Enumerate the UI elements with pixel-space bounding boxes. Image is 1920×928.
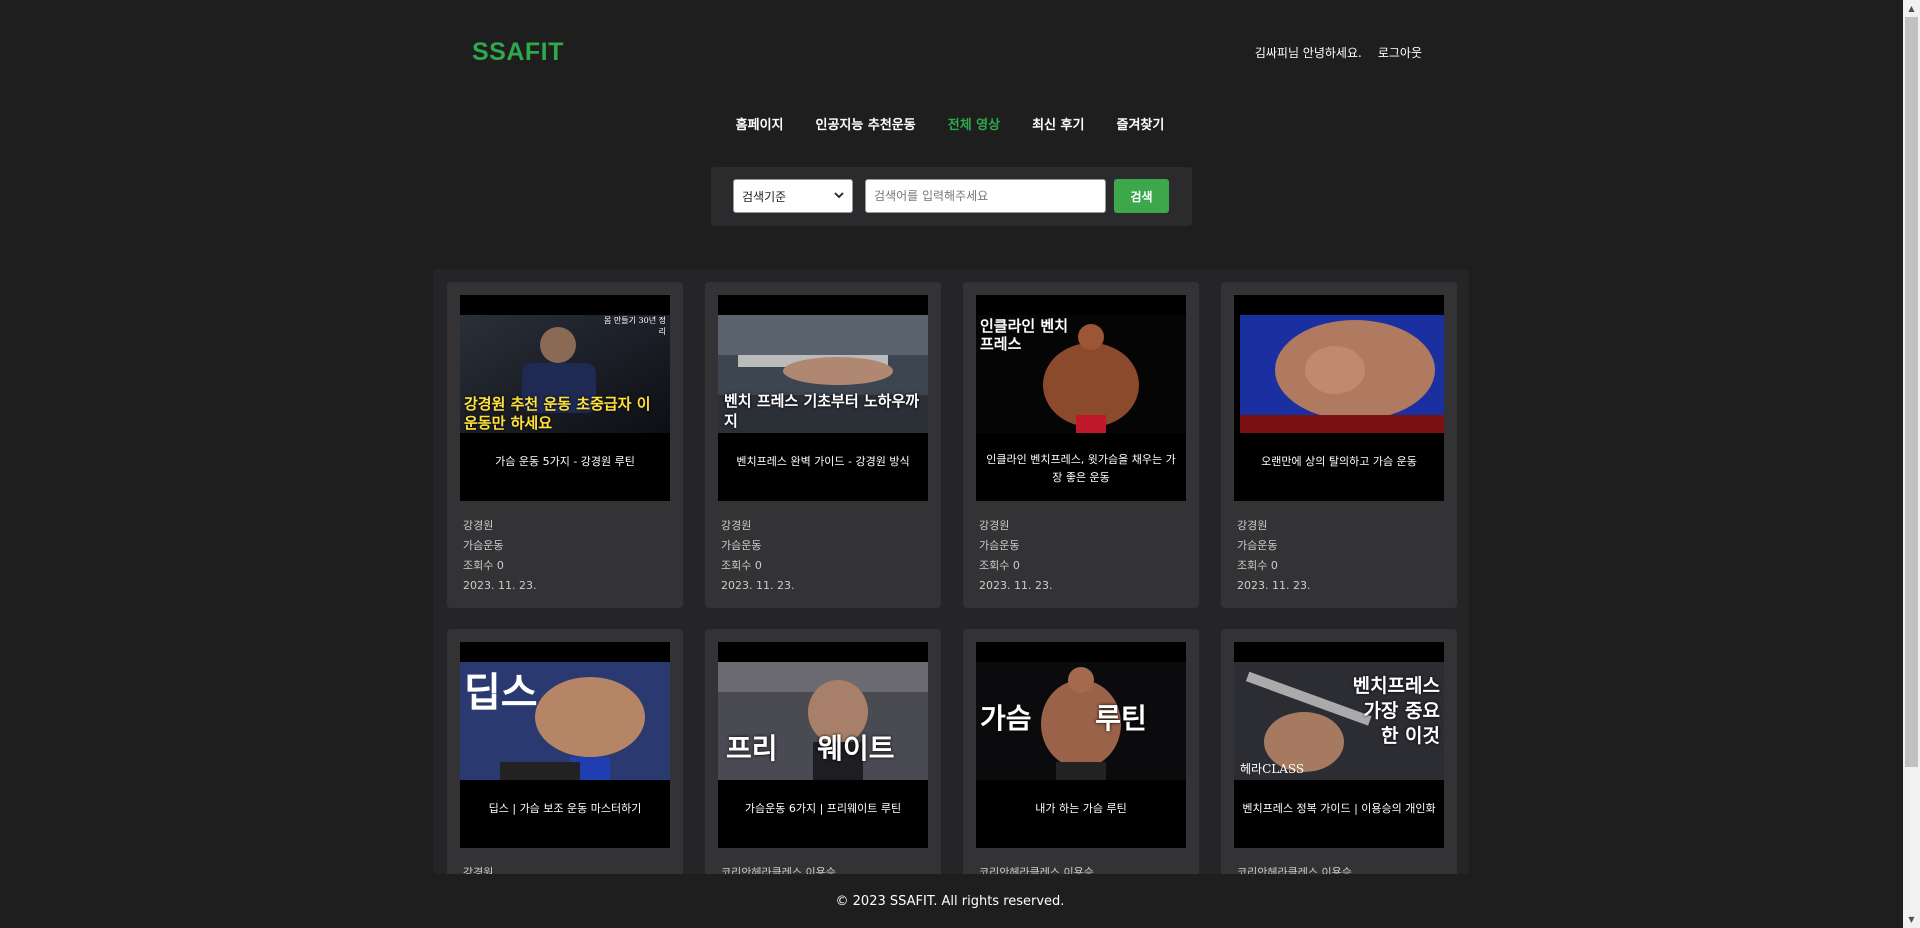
thumbnail-text: 인클라인 벤치프레스	[980, 317, 1069, 353]
upload-date: 2023. 11. 23.	[721, 579, 795, 592]
video-card[interactable]: 벤치 프레스 기초부터 노하우까지 벤치프레스 완벽 가이드 - 강경원 방식 …	[705, 282, 941, 608]
search-criteria-select[interactable]: 검색기준	[733, 179, 853, 213]
channel-name: 강경원	[463, 866, 494, 874]
video-thumbnail[interactable]: 딥스 딥스 | 가슴 보조 운동 마스터하기	[460, 642, 670, 848]
logout-link[interactable]: 로그아웃	[1378, 44, 1422, 61]
video-thumbnail[interactable]: 오랜만에 상의 탈의하고 가슴 운동	[1234, 295, 1444, 501]
body-part: 가슴운동	[1237, 539, 1278, 552]
video-thumbnail[interactable]: 프리 웨이트 가슴운동 6가지 | 프리웨이트 루틴	[718, 642, 928, 848]
video-card[interactable]: 오랜만에 상의 탈의하고 가슴 운동 강경원 가슴운동 조회수 0 2023. …	[1221, 282, 1457, 608]
video-title: 오랜만에 상의 탈의하고 가슴 운동	[1261, 455, 1417, 468]
chevron-down-icon	[834, 189, 844, 203]
thumbnail-text: 가슴 루틴	[980, 702, 1147, 735]
thumbnail-text: 강경원 추천 운동 초중급자 이 운동만 하세요	[464, 395, 651, 432]
video-title: 가슴운동 6가지 | 프리웨이트 루틴	[744, 802, 902, 815]
thumbnail-text: 딥스	[464, 670, 538, 716]
nav-item-favorites[interactable]: 즐겨찾기	[1116, 114, 1164, 133]
channel-name: 강경원	[463, 519, 494, 532]
video-card[interactable]: 프리 웨이트 가슴운동 6가지 | 프리웨이트 루틴 코리안헤라클레스 이용승	[705, 629, 941, 874]
upload-date: 2023. 11. 23.	[1237, 579, 1311, 592]
thumbnail-corner-text: 헤라CLASS	[1240, 762, 1305, 776]
video-card[interactable]: 인클라인 벤치프레스 인클라인 벤치프레스, 윗가슴을 채우는 가장 좋은 운동…	[963, 282, 1199, 608]
thumbnail-text: 프리 웨이트	[726, 732, 895, 765]
video-grid: 몸 만들기 30년 정리 강경원 추천 운동 초중급자 이 운동만 하세요 가슴…	[433, 269, 1469, 874]
video-meta: 코리안헤라클레스 이용승	[721, 863, 836, 874]
body-part: 가슴운동	[463, 539, 504, 552]
channel-name: 강경원	[721, 519, 752, 532]
thumbnail-image	[1240, 315, 1444, 433]
video-card[interactable]: 딥스 딥스 | 가슴 보조 운동 마스터하기 강경원	[447, 629, 683, 874]
channel-name: 강경원	[1237, 519, 1268, 532]
video-card[interactable]: 벤치프레스 가장 중요한 이것 헤라CLASS 벤치프레스 정복 가이드 | 이…	[1221, 629, 1457, 874]
view-count: 조회수 0	[1237, 559, 1278, 572]
view-count: 조회수 0	[979, 559, 1020, 572]
video-title: 벤치프레스 정복 가이드 | 이용승의 개인화	[1242, 802, 1436, 815]
scrollbar-thumb[interactable]	[1905, 17, 1918, 767]
video-thumbnail[interactable]: 벤치프레스 가장 중요한 이것 헤라CLASS 벤치프레스 정복 가이드 | 이…	[1234, 642, 1444, 848]
search-input[interactable]	[865, 179, 1106, 213]
channel-name: 코리안헤라클레스 이용승	[1237, 866, 1352, 874]
video-title: 가슴 운동 5가지 - 강경원 루틴	[495, 455, 635, 468]
video-meta: 코리안헤라클레스 이용승	[979, 863, 1094, 874]
video-title: 벤치프레스 완벽 가이드 - 강경원 방식	[736, 455, 910, 468]
channel-name: 강경원	[979, 519, 1010, 532]
view-count: 조회수 0	[463, 559, 504, 572]
video-thumbnail[interactable]: 벤치 프레스 기초부터 노하우까지 벤치프레스 완벽 가이드 - 강경원 방식	[718, 295, 928, 501]
video-title: 내가 하는 가슴 루틴	[1035, 802, 1127, 815]
video-meta: 강경원 가슴운동 조회수 0 2023. 11. 23.	[979, 516, 1052, 596]
page: SSAFIT 김싸피님 안녕하세요. 로그아웃 홈페이지 인공지능 추천운동 전…	[0, 0, 1920, 928]
view-count: 조회수 0	[721, 559, 762, 572]
scroll-up-icon[interactable]: ▲	[1903, 0, 1920, 17]
copyright-text: © 2023 SSAFIT. All rights reserved.	[835, 893, 1065, 909]
video-title: 인클라인 벤치프레스, 윗가슴을 채우는 가장 좋은 운동	[986, 453, 1176, 484]
search-button[interactable]: 검색	[1114, 179, 1169, 213]
video-title: 딥스 | 가슴 보조 운동 마스터하기	[488, 802, 642, 815]
video-thumbnail[interactable]: 가슴 루틴 내가 하는 가슴 루틴	[976, 642, 1186, 848]
video-meta: 강경원 가슴운동 조회수 0 2023. 11. 23.	[463, 516, 536, 596]
thumbnail-text: 벤치 프레스 기초부터 노하우까지	[724, 392, 920, 430]
greeting-text: 김싸피님 안녕하세요.	[1254, 46, 1362, 60]
body-part: 가슴운동	[979, 539, 1020, 552]
footer: © 2023 SSAFIT. All rights reserved.	[0, 874, 1900, 928]
main-nav: 홈페이지 인공지능 추천운동 전체 영상 최신 후기 즐겨찾기	[0, 114, 1900, 133]
channel-name: 코리안헤라클레스 이용승	[979, 866, 1094, 874]
upload-date: 2023. 11. 23.	[979, 579, 1053, 592]
video-card[interactable]: 가슴 루틴 내가 하는 가슴 루틴 코리안헤라클레스 이용승	[963, 629, 1199, 874]
video-meta: 코리안헤라클레스 이용승	[1237, 863, 1352, 874]
channel-name: 코리안헤라클레스 이용승	[721, 866, 836, 874]
vertical-scrollbar[interactable]: ▲ ▼	[1903, 0, 1920, 928]
nav-item-ai-recommend[interactable]: 인공지능 추천운동	[816, 114, 916, 133]
nav-item-home[interactable]: 홈페이지	[736, 114, 784, 133]
video-card[interactable]: 몸 만들기 30년 정리 강경원 추천 운동 초중급자 이 운동만 하세요 가슴…	[447, 282, 683, 608]
search-panel: 검색기준 검색	[711, 167, 1192, 226]
video-meta: 강경원 가슴운동 조회수 0 2023. 11. 23.	[721, 516, 794, 596]
logo[interactable]: SSAFIT	[472, 38, 564, 67]
user-area: 김싸피님 안녕하세요. 로그아웃	[1255, 44, 1422, 61]
video-thumbnail[interactable]: 몸 만들기 30년 정리 강경원 추천 운동 초중급자 이 운동만 하세요 가슴…	[460, 295, 670, 501]
nav-item-recent-reviews[interactable]: 최신 후기	[1032, 114, 1084, 133]
scroll-down-icon[interactable]: ▼	[1903, 911, 1920, 928]
video-thumbnail[interactable]: 인클라인 벤치프레스 인클라인 벤치프레스, 윗가슴을 채우는 가장 좋은 운동	[976, 295, 1186, 501]
thumbnail-text: 벤치프레스 가장 중요한 이것	[1352, 675, 1440, 747]
video-meta: 강경원	[463, 863, 493, 874]
upload-date: 2023. 11. 23.	[463, 579, 537, 592]
thumbnail-corner-text: 몸 만들기 30년 정리	[604, 316, 666, 336]
video-meta: 강경원 가슴운동 조회수 0 2023. 11. 23.	[1237, 516, 1310, 596]
search-criteria-value: 검색기준	[742, 189, 787, 204]
nav-item-all-videos[interactable]: 전체 영상	[948, 114, 1000, 133]
body-part: 가슴운동	[721, 539, 762, 552]
